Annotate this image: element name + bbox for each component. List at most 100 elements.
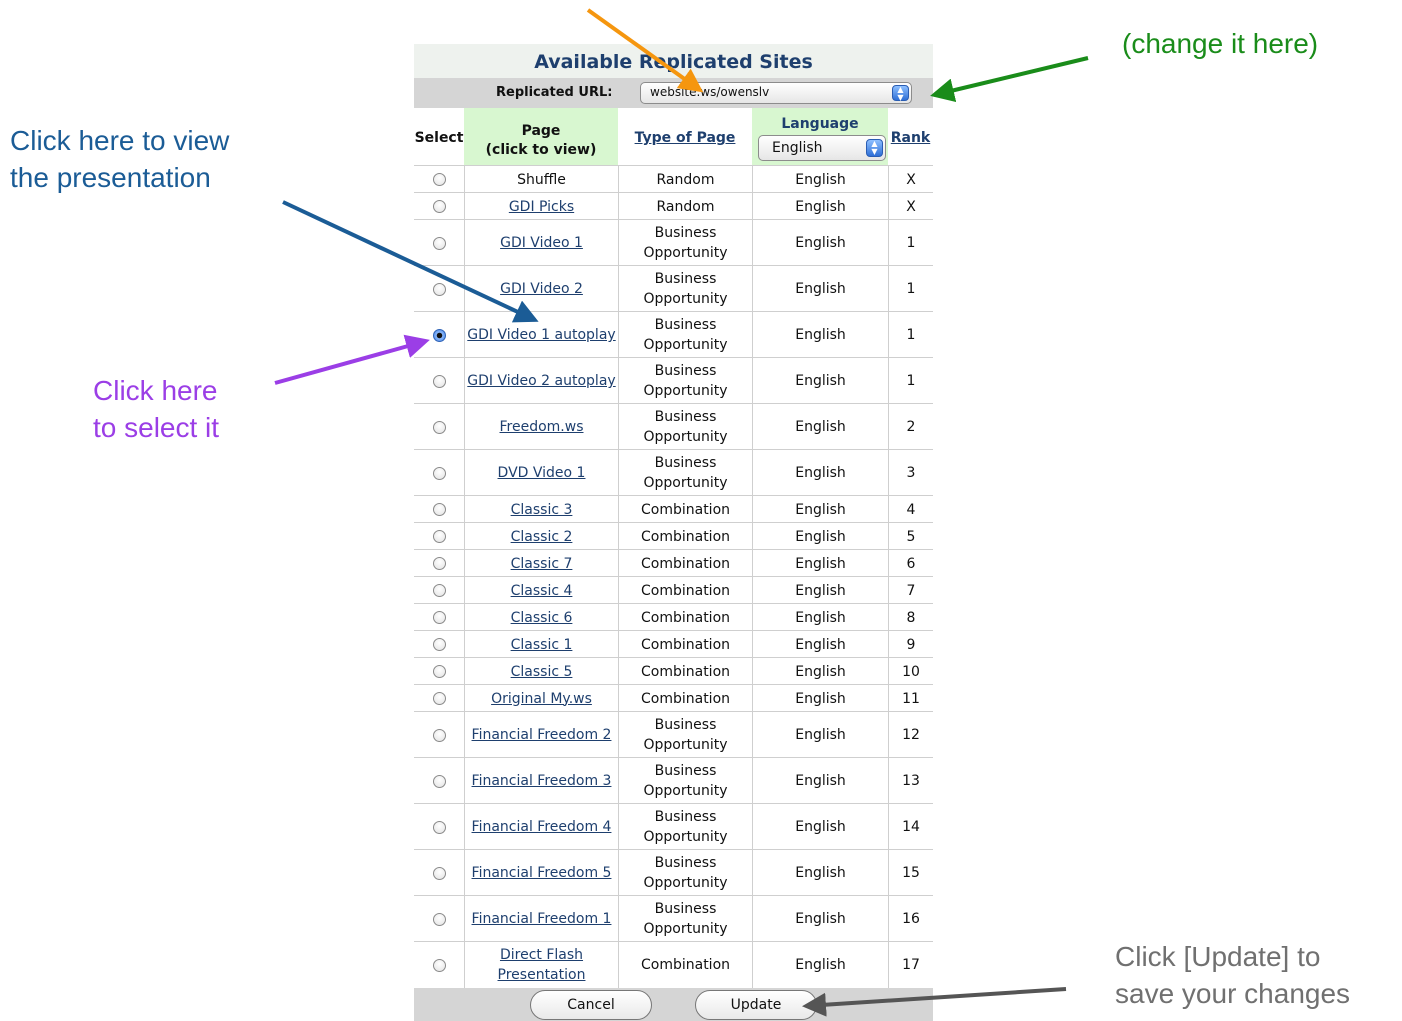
rank-cell: 3	[888, 450, 933, 496]
select-cell	[414, 804, 464, 850]
table-row: Classic 2 Combination English 5	[414, 522, 933, 550]
page-link[interactable]: Financial Freedom 3	[472, 771, 612, 791]
page-radio[interactable]	[432, 503, 446, 516]
page-link[interactable]: Classic 2	[511, 527, 573, 547]
table-row: GDI Picks Random English X	[414, 192, 933, 220]
page-link[interactable]: Original My.ws	[491, 689, 592, 709]
select-cell	[414, 220, 464, 266]
page-link[interactable]: Financial Freedom 4	[472, 817, 612, 837]
table-row: GDI Video 1 autoplay Business Opportunity…	[414, 311, 933, 358]
rank-cell: 1	[888, 220, 933, 266]
note-update-line2: save your changes	[1115, 978, 1351, 1009]
page-radio[interactable]	[432, 328, 446, 342]
page-radio[interactable]	[432, 557, 446, 570]
page-type: Business Opportunity	[643, 809, 728, 845]
page-link[interactable]: GDI Video 2 autoplay	[467, 371, 615, 391]
page-radio[interactable]	[432, 912, 446, 926]
language-cell: English	[752, 685, 888, 712]
page-radio[interactable]	[432, 236, 446, 250]
language-cell: English	[752, 404, 888, 450]
header-page: Page (click to view)	[464, 108, 618, 165]
select-cell	[414, 496, 464, 523]
page-radio[interactable]	[432, 692, 446, 705]
select-stepper-icon: ▲ ▼	[892, 85, 909, 102]
rank-cell: 1	[888, 312, 933, 358]
cancel-button[interactable]: Cancel	[530, 990, 652, 1020]
page-radio[interactable]	[432, 611, 446, 624]
rank-cell: 1	[888, 358, 933, 404]
url-select-value: website.ws/owenslv	[650, 85, 770, 99]
page-link[interactable]: Financial Freedom 5	[472, 863, 612, 883]
page-radio[interactable]	[432, 728, 446, 742]
page-link[interactable]: GDI Picks	[509, 197, 574, 217]
select-cell	[414, 358, 464, 404]
page-radio[interactable]	[432, 820, 446, 834]
page-link[interactable]: Classic 4	[511, 581, 573, 601]
page-link[interactable]: Financial Freedom 2	[472, 725, 612, 745]
page-link[interactable]: DVD Video 1	[498, 463, 586, 483]
url-select[interactable]: website.ws/owenslv ▲ ▼	[640, 82, 912, 104]
select-cell	[414, 450, 464, 496]
page-cell: Direct Flash Presentation	[464, 942, 618, 988]
page-type: Combination	[640, 528, 731, 545]
page-link[interactable]: GDI Video 1 autoplay	[467, 325, 615, 345]
page-link[interactable]: GDI Video 2	[500, 279, 583, 299]
type-cell: Random	[618, 166, 752, 193]
page-radio[interactable]	[432, 958, 446, 972]
update-button[interactable]: Update	[695, 990, 817, 1020]
page-radio[interactable]	[432, 530, 446, 543]
page-link[interactable]: Classic 5	[511, 662, 573, 682]
page-link[interactable]: Classic 1	[511, 635, 573, 655]
language-cell: English	[752, 166, 888, 193]
page-radio[interactable]	[432, 420, 446, 434]
rank-cell: 8	[888, 604, 933, 631]
rank-cell: 17	[888, 942, 933, 988]
page-radio[interactable]	[432, 774, 446, 788]
page-cell: DVD Video 1	[464, 450, 618, 496]
page-radio[interactable]	[432, 374, 446, 388]
table-row: Classic 4 Combination English 7	[414, 576, 933, 604]
language-cell: English	[752, 658, 888, 685]
page-type: Random	[656, 171, 715, 188]
type-cell: Business Opportunity	[618, 712, 752, 758]
page-link[interactable]: Direct Flash Presentation	[465, 945, 618, 985]
language-cell: English	[752, 631, 888, 658]
page-radio[interactable]	[432, 282, 446, 296]
page-cell: Financial Freedom 2	[464, 712, 618, 758]
table-row: GDI Video 2 Business Opportunity English 1	[414, 265, 933, 312]
table-row: Freedom.ws Business Opportunity English 2	[414, 403, 933, 450]
type-cell: Random	[618, 193, 752, 220]
table-row: Original My.ws Combination English 11	[414, 684, 933, 712]
type-cell: Business Opportunity	[618, 758, 752, 804]
rank-cell: 10	[888, 658, 933, 685]
sort-type-link[interactable]: Type of Page	[635, 130, 736, 146]
rank-cell: 5	[888, 523, 933, 550]
page-cell: Classic 3	[464, 496, 618, 523]
page-radio[interactable]	[432, 866, 446, 880]
page-radio[interactable]	[432, 466, 446, 480]
page-cell: Classic 2	[464, 523, 618, 550]
page-link[interactable]: Freedom.ws	[500, 417, 584, 437]
page-link[interactable]: GDI Video 1	[500, 233, 583, 253]
page-radio[interactable]	[432, 200, 446, 213]
page-radio[interactable]	[432, 173, 446, 186]
note-view-presentation: Click here to view the presentation	[10, 122, 229, 196]
type-cell: Combination	[618, 496, 752, 523]
language-select[interactable]: English ▲ ▼	[758, 135, 886, 161]
sort-rank-link[interactable]: Rank	[891, 130, 931, 146]
page-type: Business Opportunity	[643, 901, 728, 937]
page-link[interactable]: Financial Freedom 1	[472, 909, 612, 929]
select-cell	[414, 523, 464, 550]
page-radio[interactable]	[432, 638, 446, 651]
select-cell	[414, 604, 464, 631]
type-cell: Combination	[618, 550, 752, 577]
page-cell: Freedom.ws	[464, 404, 618, 450]
page-radio[interactable]	[432, 584, 446, 597]
page-radio[interactable]	[432, 665, 446, 678]
page-type: Business Opportunity	[643, 271, 728, 307]
language-cell: English	[752, 804, 888, 850]
page-link[interactable]: Classic 3	[511, 500, 573, 520]
page-type: Random	[656, 198, 715, 215]
page-link[interactable]: Classic 7	[511, 554, 573, 574]
page-link[interactable]: Classic 6	[511, 608, 573, 628]
